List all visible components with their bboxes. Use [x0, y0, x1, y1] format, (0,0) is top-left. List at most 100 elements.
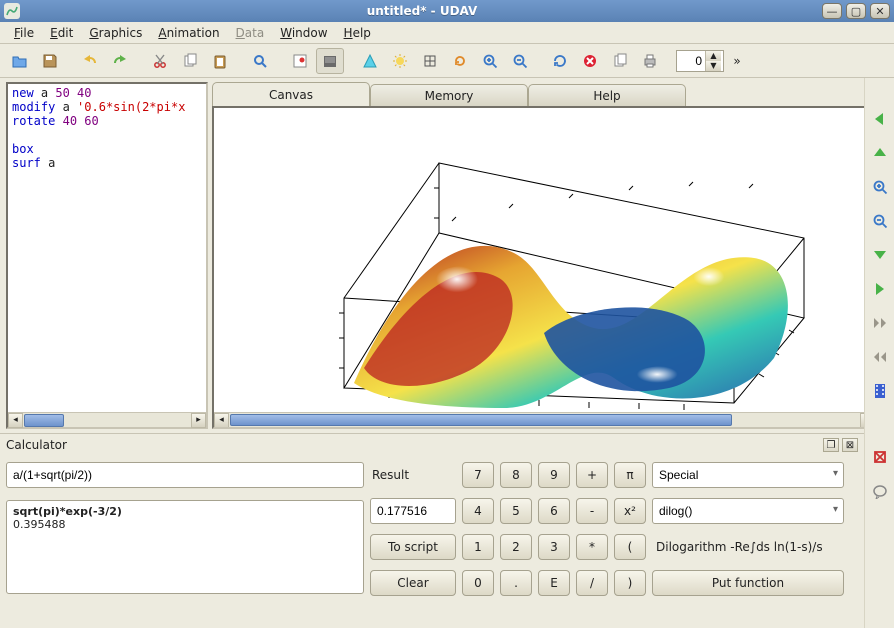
transparent-icon[interactable] [286, 48, 314, 74]
key-7[interactable]: 7 [462, 462, 494, 488]
key-rparen[interactable]: ) [614, 570, 646, 596]
light-icon[interactable] [316, 48, 344, 74]
undo-icon[interactable] [76, 48, 104, 74]
frame-spin[interactable]: ▲▼ [676, 50, 724, 72]
zoom-in-icon[interactable] [476, 48, 504, 74]
maximize-button[interactable]: ▢ [846, 3, 866, 19]
to-script-button[interactable]: To script [370, 534, 456, 560]
calc-close-icon[interactable]: ⊠ [842, 438, 858, 452]
save-icon[interactable] [36, 48, 64, 74]
frame-spin-input[interactable] [677, 54, 705, 68]
calculator-panel: Calculator ❐ ⊠ Result 7 8 9 + π Special … [0, 433, 864, 628]
window-title: untitled* - UDAV [26, 4, 818, 18]
cut-icon[interactable] [146, 48, 174, 74]
key-lparen[interactable]: ( [614, 534, 646, 560]
copy-image-icon[interactable] [606, 48, 634, 74]
delete-icon[interactable] [869, 446, 891, 468]
special-select[interactable]: Special [652, 462, 844, 488]
move-up-icon[interactable] [869, 142, 891, 164]
code-hscroll[interactable]: ◂ ▸ [8, 412, 206, 427]
key-1[interactable]: 1 [462, 534, 494, 560]
key-3[interactable]: 3 [538, 534, 570, 560]
scroll-thumb[interactable] [24, 414, 64, 427]
app-icon [4, 3, 20, 19]
key-div[interactable]: / [576, 570, 608, 596]
spin-up[interactable]: ▲ [705, 51, 721, 61]
reload-icon[interactable] [546, 48, 574, 74]
func-desc: Dilogarithm -Re∫ds ln(1-s)/s [652, 540, 844, 554]
hscroll-left-icon[interactable]: ◂ [214, 413, 229, 428]
key-4[interactable]: 4 [462, 498, 494, 524]
zoom-out-icon[interactable] [506, 48, 534, 74]
move-right-icon[interactable] [869, 278, 891, 300]
tab-help[interactable]: Help [528, 84, 686, 106]
light-on-icon[interactable] [386, 48, 414, 74]
menu-data: Data [228, 24, 273, 42]
stop-icon[interactable] [576, 48, 604, 74]
result-label: Result [370, 468, 456, 482]
key-x2[interactable]: x² [614, 498, 646, 524]
prev-frame-icon[interactable] [869, 346, 891, 368]
toolbar-overflow-icon[interactable]: » [726, 50, 748, 72]
history-val: 0.395488 [13, 518, 357, 531]
key-8[interactable]: 8 [500, 462, 532, 488]
key-dot[interactable]: . [500, 570, 532, 596]
key-9[interactable]: 9 [538, 462, 570, 488]
menu-edit[interactable]: Edit [42, 24, 81, 42]
result-output [370, 498, 456, 524]
grid-icon[interactable] [416, 48, 444, 74]
menu-window[interactable]: Window [272, 24, 335, 42]
alpha-icon[interactable] [356, 48, 384, 74]
key-2[interactable]: 2 [500, 534, 532, 560]
surface-plot [214, 108, 834, 429]
hscroll-thumb[interactable] [230, 414, 732, 426]
print-icon[interactable] [636, 48, 664, 74]
move-down-icon[interactable] [869, 244, 891, 266]
calc-float-icon[interactable]: ❐ [823, 438, 839, 452]
plot-area: Canvas Memory Help [212, 82, 892, 429]
tab-canvas[interactable]: Canvas [212, 82, 370, 106]
redo-icon[interactable] [106, 48, 134, 74]
open-icon[interactable] [6, 48, 34, 74]
key-e[interactable]: E [538, 570, 570, 596]
film-icon[interactable] [869, 380, 891, 402]
code-editor[interactable]: new a 50 40 modify a '0.6*sin(2*pi*x rot… [6, 82, 208, 429]
menu-file[interactable]: File [6, 24, 42, 42]
key-mul[interactable]: * [576, 534, 608, 560]
info-icon[interactable] [869, 480, 891, 502]
menu-animation[interactable]: Animation [150, 24, 227, 42]
spin-down[interactable]: ▼ [705, 61, 721, 71]
canvas-panel[interactable]: ▴ ▾ ◂ ▸ [212, 106, 892, 429]
view-tabs: Canvas Memory Help [212, 82, 892, 106]
move-left-icon[interactable] [869, 108, 891, 130]
right-toolbar [864, 78, 894, 628]
calc-expression-input[interactable] [6, 462, 364, 488]
menu-help[interactable]: Help [336, 24, 379, 42]
canvas-hscroll[interactable]: ◂ ▸ [214, 412, 875, 427]
scroll-right-icon[interactable]: ▸ [191, 413, 206, 428]
key-pi[interactable]: π [614, 462, 646, 488]
calc-history[interactable]: sqrt(pi)*exp(-3/2) 0.395488 [6, 500, 364, 594]
scroll-left-icon[interactable]: ◂ [8, 413, 23, 428]
zoom-out-side-icon[interactable] [869, 210, 891, 232]
put-function-button[interactable]: Put function [652, 570, 844, 596]
zoom-in-side-icon[interactable] [869, 176, 891, 198]
key-6[interactable]: 6 [538, 498, 570, 524]
key-minus[interactable]: - [576, 498, 608, 524]
next-frame-icon[interactable] [869, 312, 891, 334]
code-text[interactable]: new a 50 40 modify a '0.6*sin(2*pi*x rot… [8, 84, 206, 412]
rotate-icon[interactable] [446, 48, 474, 74]
tab-memory[interactable]: Memory [370, 84, 528, 106]
func-select[interactable]: dilog() [652, 498, 844, 524]
find-icon[interactable] [246, 48, 274, 74]
copy-icon[interactable] [176, 48, 204, 74]
clear-button[interactable]: Clear [370, 570, 456, 596]
key-plus[interactable]: + [576, 462, 608, 488]
menu-graphics[interactable]: Graphics [81, 24, 150, 42]
paste-icon[interactable] [206, 48, 234, 74]
key-5[interactable]: 5 [500, 498, 532, 524]
calculator-title: Calculator [6, 438, 820, 452]
close-button[interactable]: ✕ [870, 3, 890, 19]
minimize-button[interactable]: — [822, 3, 842, 19]
key-0[interactable]: 0 [462, 570, 494, 596]
